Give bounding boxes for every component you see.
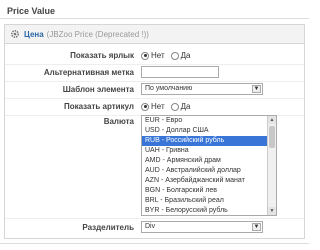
show-label-no-text: Нет: [151, 51, 165, 60]
show-sku-radios: Нет Да: [141, 102, 197, 111]
template-select-value: По умолчанию: [145, 85, 193, 92]
show-sku-label: Показать артикул: [63, 102, 134, 111]
currency-option[interactable]: BGN - Болгарский лев: [142, 186, 276, 196]
currency-option[interactable]: AUD - Австралийский доллар: [142, 166, 276, 176]
currency-listbox[interactable]: EUR - Евро USD - Доллар США RUB - Россий…: [141, 115, 277, 216]
chevron-down-icon: ▼: [252, 85, 261, 93]
show-label-yes-text: Да: [180, 51, 191, 60]
element-name: Цена: [24, 29, 44, 39]
currency-option[interactable]: EUR - Евро: [142, 116, 276, 126]
alt-label-row: Альтернативная метка: [5, 66, 304, 80]
row-divider: [5, 64, 304, 65]
currency-option[interactable]: AMD - Армянский драм: [142, 156, 276, 166]
show-sku-no-text: Нет: [151, 102, 165, 111]
row-divider: [5, 98, 304, 99]
radio-checked-icon: [141, 102, 149, 111]
panel-title: Price Value: [7, 6, 56, 16]
element-type-note: (JBZoo Price (Deprecated !)): [46, 29, 149, 39]
show-label-yes-radio[interactable]: Да: [170, 51, 191, 60]
gear-icon: [10, 29, 20, 39]
show-label-no-radio[interactable]: Нет: [141, 51, 165, 60]
row-divider: [5, 218, 304, 219]
scroll-up-icon[interactable]: ▲: [268, 116, 276, 124]
show-label-label: Показать ярлык: [70, 51, 134, 60]
bottom-divider: [0, 243, 309, 244]
currency-option[interactable]: USD - Доллар США: [142, 126, 276, 136]
separator-row: Разделитель Div ▼: [5, 221, 304, 235]
currency-option-selected[interactable]: RUB - Российский рубль: [142, 136, 276, 146]
element-config-box: Цена (JBZoo Price (Deprecated !)) Показа…: [4, 24, 305, 239]
radio-empty-icon: [170, 51, 179, 60]
alt-label-input[interactable]: [141, 66, 219, 78]
element-header[interactable]: Цена (JBZoo Price (Deprecated !)): [5, 25, 304, 44]
show-label-radios: Нет Да: [141, 51, 197, 60]
show-sku-yes-radio[interactable]: Да: [170, 102, 191, 111]
show-label-row: Показать ярлык Нет Да: [5, 49, 304, 63]
currency-option[interactable]: BRL - Бразильский реал: [142, 196, 276, 206]
radio-empty-icon: [170, 102, 179, 111]
scroll-thumb[interactable]: [269, 126, 275, 148]
show-sku-no-radio[interactable]: Нет: [141, 102, 165, 111]
currency-option[interactable]: AZN - Азербайджанский манат: [142, 176, 276, 186]
currency-label: Валюта: [103, 117, 134, 126]
radio-checked-icon: [141, 51, 149, 60]
alt-label-label: Альтернативная метка: [43, 68, 134, 77]
title-divider: [0, 18, 309, 19]
listbox-scrollbar[interactable]: ▲ ▼: [267, 116, 276, 215]
template-label: Шаблон элемента: [62, 85, 134, 94]
separator-label: Разделитель: [82, 223, 134, 232]
template-select[interactable]: По умолчанию ▼: [141, 83, 263, 95]
template-row: Шаблон элемента По умолчанию ▼: [5, 83, 304, 97]
chevron-down-icon: ▼: [252, 223, 261, 231]
show-sku-row: Показать артикул Нет Да: [5, 100, 304, 114]
separator-select-value: Div: [145, 223, 156, 230]
separator-select[interactable]: Div ▼: [141, 221, 263, 233]
currency-option[interactable]: UAH - Гривна: [142, 146, 276, 156]
show-sku-yes-text: Да: [180, 102, 191, 111]
currency-option[interactable]: BYR - Белорусский рубль: [142, 206, 276, 215]
scroll-down-icon[interactable]: ▼: [268, 207, 276, 215]
row-divider: [5, 81, 304, 82]
